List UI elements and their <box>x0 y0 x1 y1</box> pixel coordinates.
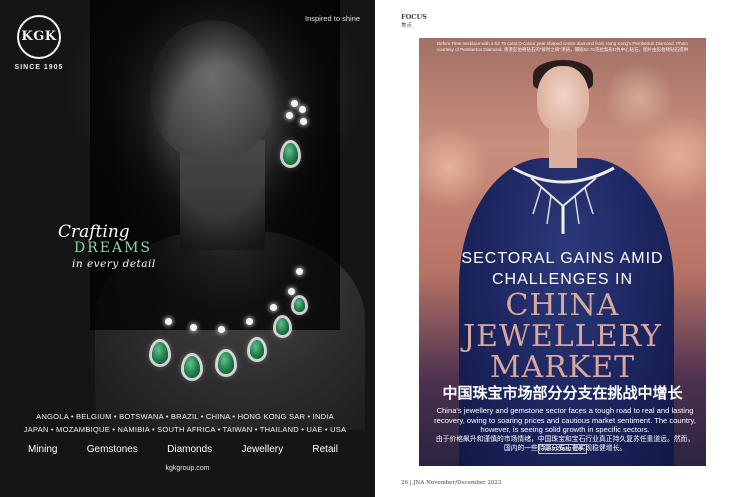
earring-diamond <box>299 106 306 113</box>
since-label: SINCE 1905 <box>14 64 64 71</box>
divisions-list: Mining Gemstones Diamonds Jewellery Reta… <box>28 444 338 455</box>
necklace-diamond <box>218 326 225 333</box>
magazine-spread: KGK SINCE 1905 Inspired to shine Craftin… <box>0 0 750 497</box>
countries-list: ANGOLA • BELGIUM • BOTSWANA • BRAZIL • C… <box>20 410 350 436</box>
diamond-necklace <box>512 166 615 234</box>
headline-big-line: JEWELLERY <box>463 319 662 354</box>
necklace-emerald <box>218 352 234 374</box>
byline: Julius Zhang 郑峰 <box>419 444 706 454</box>
earring-diamond <box>300 118 307 125</box>
countries-line: ANGOLA • BELGIUM • BOTSWANA • BRAZIL • C… <box>36 412 334 421</box>
necklace-diamond <box>190 324 197 331</box>
headline-sub: in every detail <box>72 258 156 270</box>
division-gemstones: Gemstones <box>86 444 138 455</box>
kgk-logo: KGK <box>17 15 61 59</box>
headline-line: SECTORAL GAINS AMID <box>461 250 664 267</box>
necklace-emerald <box>152 342 168 364</box>
kgk-advertisement: KGK SINCE 1905 Inspired to shine Craftin… <box>0 0 375 497</box>
earring-emerald <box>283 143 298 165</box>
necklace-diamond <box>296 268 303 275</box>
headline-line: CHALLENGES IN <box>491 271 634 288</box>
model-neck <box>549 128 577 168</box>
feature-photo: Before Time necklace with a 52.75 carat … <box>419 38 706 466</box>
division-mining: Mining <box>28 444 58 455</box>
earring-diamond <box>286 112 293 119</box>
tagline: Inspired to shine <box>305 14 361 23</box>
headline-main: DREAMS <box>74 240 153 256</box>
headline-top: SECTORAL GAINS AMID CHALLENGES IN <box>419 248 706 290</box>
article-page: FOCUS 焦点 Before Time necklace with a 52.… <box>375 0 750 497</box>
necklace-emerald <box>276 318 289 335</box>
headline-big-line: MARKET <box>489 350 636 385</box>
dek-english: China's jewellery and gemstone sector fa… <box>434 406 696 434</box>
division-diamonds: Diamonds <box>167 444 213 455</box>
byline-text: Julius Zhang 郑峰 <box>537 444 588 454</box>
photo-caption: Before Time necklace with a 52.75 carat … <box>436 41 689 52</box>
headline-chinese: 中国珠宝市场部分分支在挑战中增长 <box>442 385 683 402</box>
necklace-emerald <box>184 356 200 378</box>
necklace-emerald <box>250 340 264 359</box>
headline-big-line: CHINA <box>505 288 620 323</box>
necklace-diamond <box>288 288 295 295</box>
necklace-diamond <box>270 304 277 311</box>
countries-line: JAPAN • MOZAMBIQUE • NAMIBIA • SOUTH AFR… <box>23 425 347 434</box>
earring-diamond <box>291 100 298 107</box>
model-hair-shadow <box>90 0 340 330</box>
headline-main: CHINA JEWELLERY MARKET <box>419 290 706 383</box>
section-label: FOCUS <box>401 13 427 21</box>
headline-script: Crafting <box>58 222 130 242</box>
page-folio: 26 | JNA November/December 2023 <box>401 480 502 486</box>
model-face <box>537 66 589 132</box>
section-label-cn: 焦点 <box>401 23 413 29</box>
division-jewellery: Jewellery <box>241 444 284 455</box>
necklace-diamond <box>165 318 172 325</box>
division-retail: Retail <box>312 444 338 455</box>
necklace-diamond <box>246 318 253 325</box>
necklace-emerald <box>294 298 305 312</box>
website-link[interactable]: kgkgroup.com <box>0 465 375 472</box>
